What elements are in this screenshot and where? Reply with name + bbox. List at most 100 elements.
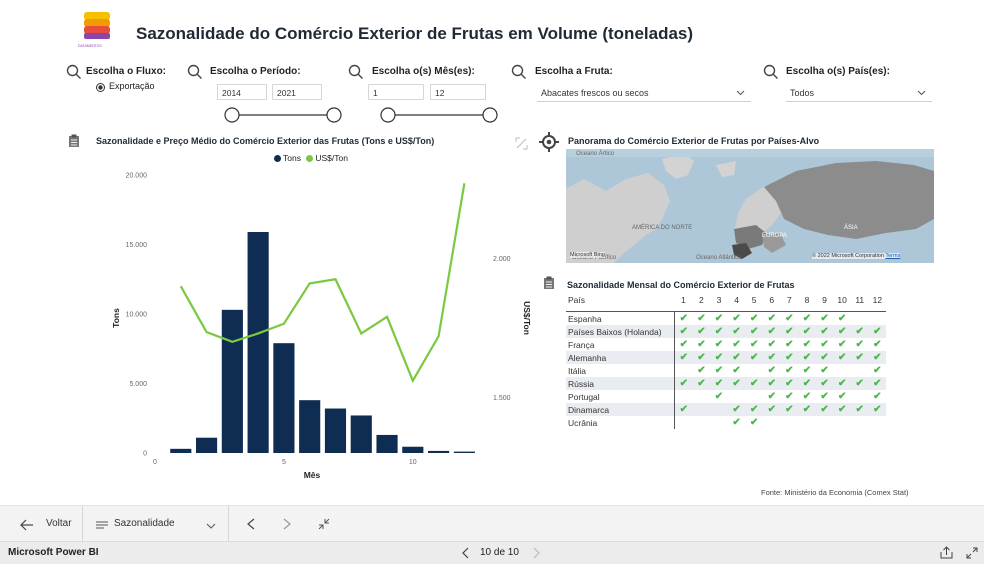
month-cell: ✔ — [710, 312, 728, 326]
periodo-slider[interactable] — [218, 106, 348, 124]
month-cell: ✔ — [798, 351, 816, 364]
check-icon: ✔ — [802, 338, 812, 350]
chevron-down-icon — [206, 523, 216, 529]
check-icon: ✔ — [697, 377, 706, 389]
check-icon: ✔ — [697, 364, 706, 376]
bar-tons[interactable] — [428, 450, 450, 453]
table-row: Dinamarca ✔ ✔ ✔ ✔ ✔ ✔ ✔ ✔ ✔ ✔ — [566, 403, 887, 416]
month-cell: ✔ — [781, 351, 799, 364]
check-icon: ✔ — [767, 325, 776, 337]
month-cell: ✔ — [816, 377, 834, 390]
back-button-label: Voltar — [46, 518, 72, 529]
divider — [228, 506, 229, 542]
filter-fluxo-label: Escolha o Fluxo: — [86, 66, 167, 77]
season-table: País 1 2 3 4 5 6 7 8 9 10 11 12 Espanha ✔ ✔ ✔ ✔ ✔ ✔ ✔ ✔ ✔ ✔ Pa… — [566, 293, 887, 429]
bar-tons[interactable] — [402, 446, 424, 453]
map-land-shapes — [566, 149, 934, 263]
bar-tons[interactable] — [299, 400, 321, 453]
check-icon: ✔ — [749, 338, 759, 350]
chevron-left-icon[interactable] — [462, 547, 470, 559]
meses-to-input[interactable]: 12 — [430, 84, 486, 100]
month-cell: ✔ — [745, 312, 763, 326]
country-name: Ucrânia — [566, 416, 675, 429]
month-cell: ✔ — [851, 325, 869, 338]
month-cell: ✔ — [781, 403, 799, 416]
bar-tons[interactable] — [453, 451, 475, 453]
clipboard-icon[interactable] — [543, 276, 555, 290]
bar-tons[interactable] — [195, 437, 218, 453]
month-cell: ✔ — [728, 338, 746, 351]
bar-tons[interactable] — [324, 408, 347, 453]
month-cell: ✔ — [728, 377, 746, 390]
meses-slider[interactable] — [370, 106, 500, 124]
check-icon: ✔ — [749, 325, 759, 337]
check-icon: ✔ — [767, 312, 776, 324]
month-cell: ✔ — [693, 364, 711, 377]
periodo-to-input[interactable]: 2021 — [272, 84, 322, 100]
month-cell: ✔ — [798, 377, 816, 390]
month-cell — [781, 416, 799, 429]
check-icon: ✔ — [873, 325, 882, 337]
clipboard-icon[interactable] — [68, 134, 80, 148]
bar-tons[interactable] — [350, 415, 372, 453]
month-cell: ✔ — [693, 312, 711, 326]
month-cell: ✔ — [763, 390, 781, 403]
periodo-from-input[interactable]: 2014 — [217, 84, 267, 100]
map-label-europa: EUROPA — [762, 233, 787, 239]
bar-tons[interactable] — [376, 434, 398, 453]
map-copyright: © 2022 Microsoft Corporation Terms — [812, 253, 901, 259]
bar-tons[interactable] — [273, 343, 295, 453]
check-icon: ✔ — [714, 325, 724, 337]
month-cell: ✔ — [816, 312, 834, 326]
y-tick-label: 0 — [143, 451, 147, 458]
check-icon: ✔ — [697, 325, 706, 337]
month-cell: ✔ — [675, 351, 693, 364]
check-icon: ✔ — [714, 377, 724, 389]
fruta-dropdown[interactable]: Abacates frescos ou secos — [537, 84, 751, 102]
month-cell: ✔ — [816, 364, 834, 377]
bar-tons[interactable] — [247, 231, 269, 453]
check-icon: ✔ — [785, 351, 794, 363]
expand-icon[interactable] — [966, 547, 978, 559]
month-cell: ✔ — [781, 390, 799, 403]
table-row: Rússia ✔ ✔ ✔ ✔ ✔ ✔ ✔ ✔ ✔ ✔ ✔ ✔ — [566, 377, 887, 390]
month-cell — [675, 390, 693, 403]
share-icon[interactable] — [940, 546, 953, 559]
table-row: Espanha ✔ ✔ ✔ ✔ ✔ ✔ ✔ ✔ ✔ ✔ — [566, 311, 886, 326]
month-cell: ✔ — [675, 403, 693, 416]
check-icon: ✔ — [749, 351, 759, 363]
month-cell: ✔ — [833, 325, 851, 338]
meses-from-input[interactable]: 1 — [368, 84, 424, 100]
month-cell — [675, 416, 693, 429]
check-icon: ✔ — [820, 390, 829, 402]
check-icon: ✔ — [837, 403, 847, 415]
month-cell: ✔ — [781, 377, 799, 390]
arrow-left-icon — [20, 519, 33, 531]
month-cell: ✔ — [728, 325, 746, 338]
check-icon: ✔ — [732, 338, 741, 350]
bar-tons[interactable] — [170, 448, 192, 453]
y2-axis-title: US$/Ton — [522, 301, 532, 335]
search-icon — [511, 64, 526, 79]
month-cell — [693, 416, 711, 429]
focus-mode-icon[interactable] — [515, 137, 528, 150]
month-cell: ✔ — [851, 338, 869, 351]
check-icon: ✔ — [679, 403, 688, 415]
month-cell: ✔ — [728, 312, 746, 326]
page-selector[interactable]: Sazonalidade — [96, 517, 220, 533]
check-icon: ✔ — [714, 312, 724, 324]
chevron-left-icon[interactable] — [246, 518, 256, 530]
paises-dropdown[interactable]: Todos — [786, 84, 932, 102]
bar-tons[interactable] — [221, 309, 243, 453]
map-terms-link[interactable]: Terms — [885, 253, 900, 259]
month-cell: ✔ — [710, 390, 728, 403]
check-icon: ✔ — [767, 351, 776, 363]
month-cell: ✔ — [693, 338, 711, 351]
month-cell: ✔ — [869, 403, 887, 416]
chevron-right-icon[interactable] — [532, 547, 540, 559]
page-counter: 10 de 10 — [480, 547, 519, 558]
month-cell: ✔ — [798, 325, 816, 338]
chevron-right-icon[interactable] — [282, 518, 292, 530]
collapse-icon[interactable] — [318, 518, 330, 530]
world-map[interactable]: Oceano Ártico AMÉRICA DO NORTE EUROPA ÁS… — [566, 149, 934, 263]
